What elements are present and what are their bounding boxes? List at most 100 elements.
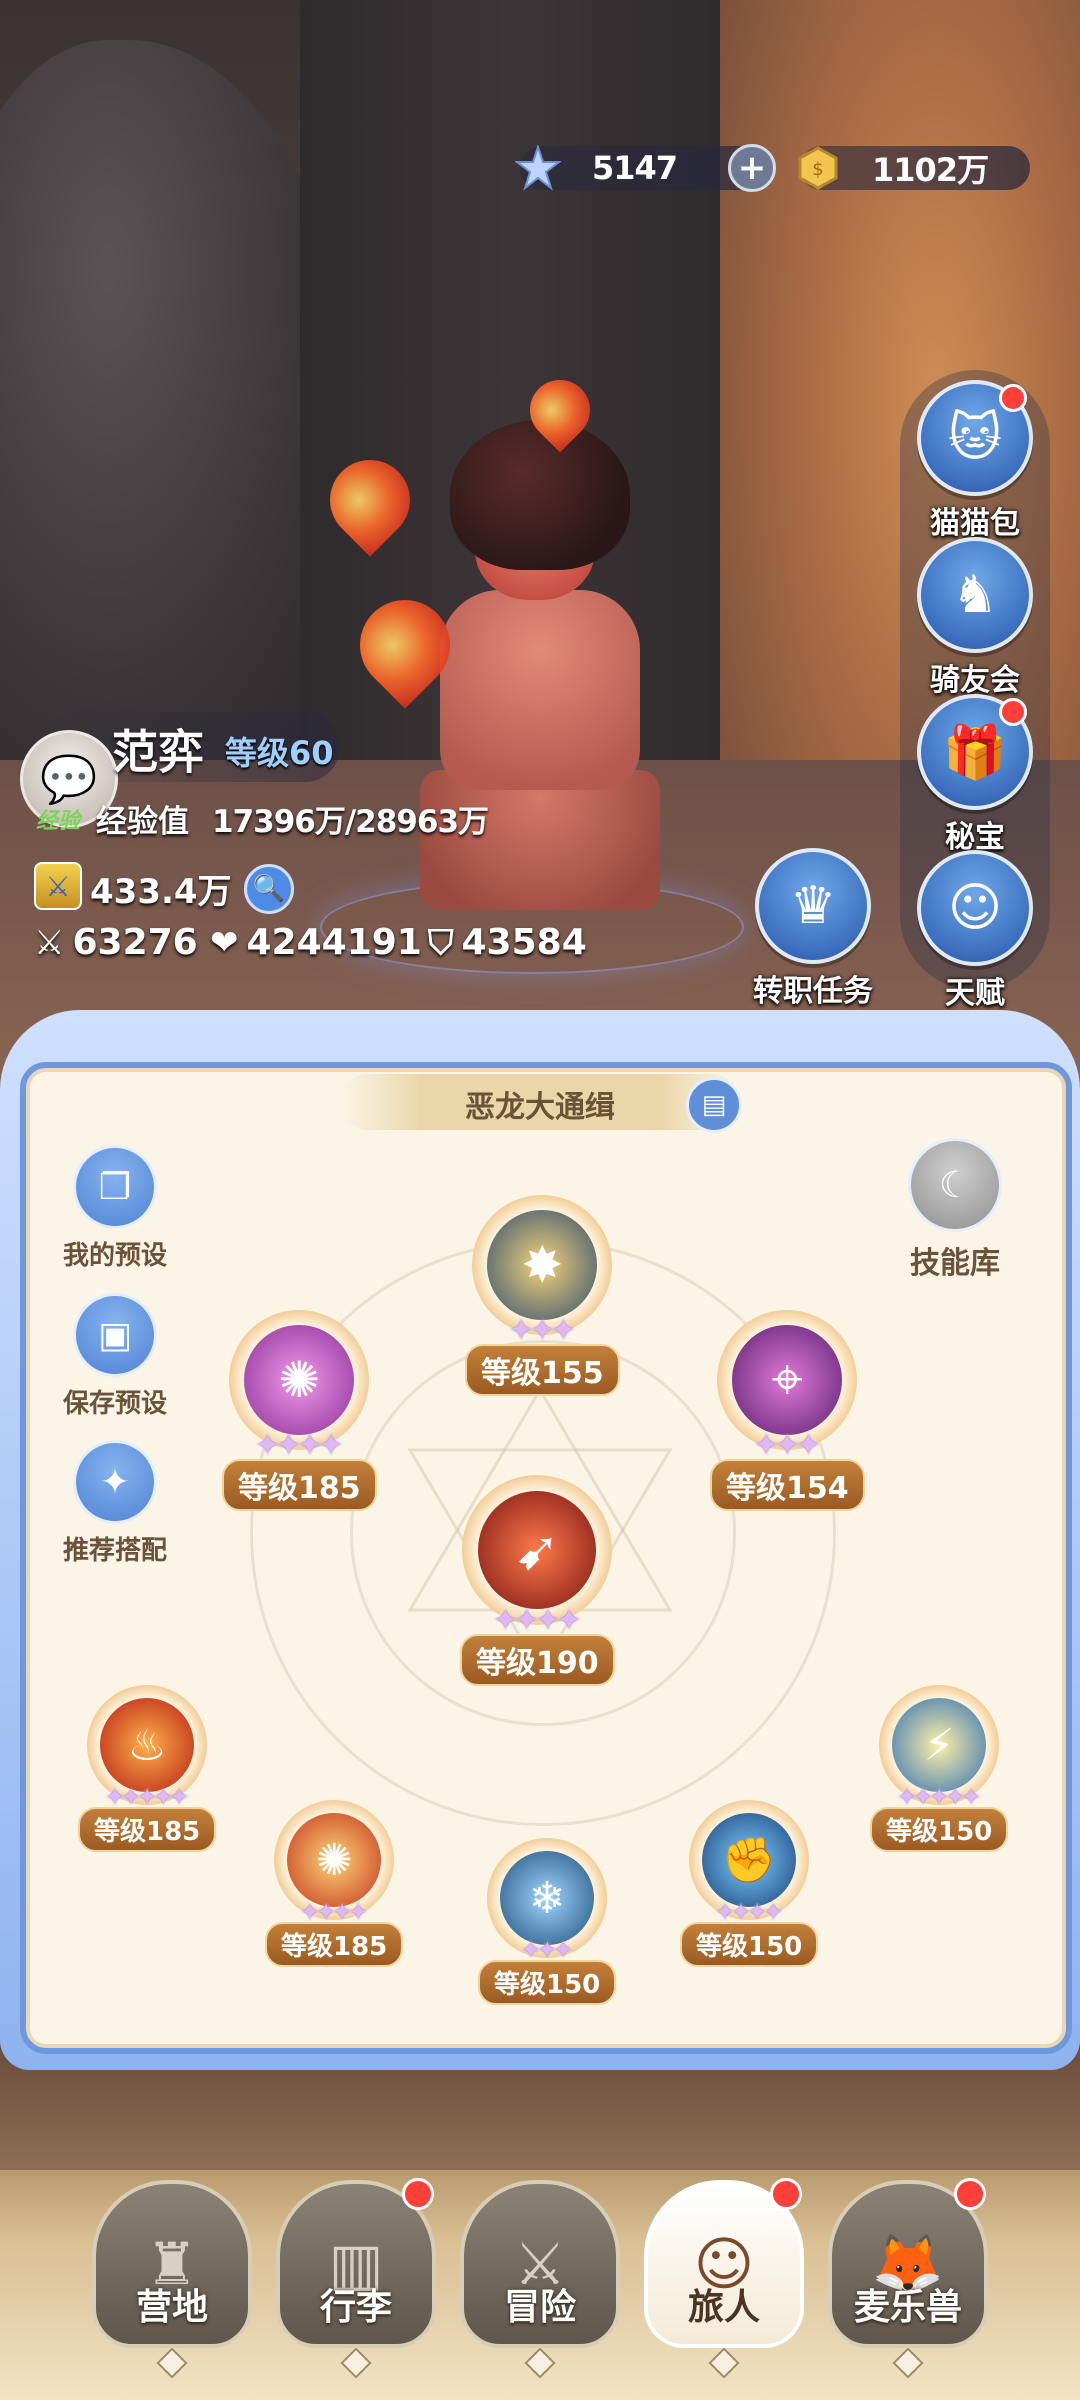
add-gems-button[interactable]: + [728, 144, 776, 192]
diamond-marker [524, 2347, 556, 2379]
tab-camp[interactable]: ♜ 营地 [92, 2180, 252, 2380]
skill-level: 等级155 [465, 1344, 620, 1396]
star-rating: ✦ ✦ ✦ ✦ [493, 1603, 582, 1638]
diamond-marker [892, 2347, 924, 2379]
cards-icon[interactable]: ❐ [73, 1145, 157, 1229]
gem-count: 5147 [592, 149, 678, 187]
skill-level: 等级190 [460, 1634, 615, 1686]
tab-adventure[interactable]: ⚔ 冒险 [460, 2180, 620, 2380]
player-character[interactable] [313, 367, 670, 920]
star-rating: ✦ ✦ ✦ [753, 1428, 822, 1463]
fire-effect [313, 443, 427, 557]
save-preset-button[interactable]: ▣ 保存预设 [40, 1293, 190, 1420]
side-item-talent[interactable]: ☺ 天赋 [908, 850, 1042, 1012]
tab-traveler[interactable]: ☺ 旅人 [644, 2178, 804, 2380]
power-fist-icon: ✊ [702, 1813, 797, 1907]
light-strike-icon: ⚡ [892, 1698, 987, 1792]
tab-label: 麦乐兽 [853, 2287, 962, 2328]
recommended-build-button[interactable]: ✦ 推荐搭配 [40, 1440, 190, 1567]
treasure-icon[interactable]: 🎁 [917, 694, 1033, 810]
defense-stat: ⛉ 43584 [428, 922, 587, 963]
light-warrior-icon: ✸ [487, 1210, 598, 1320]
tab-label: 营地 [135, 2287, 208, 2328]
pink-warrior-icon: ✺ [244, 1325, 355, 1435]
side-item-riders[interactable]: ♞ 骑友会 [908, 537, 1042, 699]
attack-stat: ⚔ 63276 [34, 922, 198, 963]
shield-icon: ⛉ [428, 922, 454, 963]
skill-library-button[interactable]: ☾ 技能库 [890, 1138, 1020, 1282]
skill-level: 等级154 [710, 1459, 865, 1511]
exp-label: 经验值 [96, 804, 189, 840]
horse-icon[interactable]: ♞ [917, 537, 1033, 653]
star-rating: ✦ ✦ ✦ ✦ ✦ [896, 1783, 982, 1811]
recommend-icon[interactable]: ✦ [73, 1440, 157, 1524]
my-presets-button[interactable]: ❐ 我的预设 [40, 1145, 190, 1272]
star-rating: ✦ ✦ ✦ ✦ [714, 1898, 784, 1926]
skill-level: 等级185 [222, 1459, 377, 1511]
hp-stat: ❤ 4244191 [210, 922, 422, 963]
star-rating: ✦ ✦ ✦ ✦ [255, 1428, 344, 1463]
panel-title: 恶龙大通缉 [465, 1090, 615, 1125]
save-icon[interactable]: ▣ [73, 1293, 157, 1377]
skill-slot-bottom-5[interactable]: ⚡ ✦ ✦ ✦ ✦ ✦ 等级150 [870, 1685, 1009, 1852]
flame-spear-icon: ➹ [478, 1491, 597, 1609]
left-action-label: 保存预设 [62, 1389, 167, 1419]
gem-counter: 5147 + [515, 144, 776, 192]
tab-label: 冒险 [503, 2287, 576, 2328]
notification-dot [999, 698, 1027, 726]
notification-dot [770, 2178, 802, 2210]
skill-slot-bottom-3[interactable]: ❄ ✦ ✦ ✦ 等级150 [478, 1838, 617, 2005]
star-rating: ✦ ✦ ✦ [508, 1313, 577, 1348]
crown-icon[interactable]: ♛ [755, 848, 871, 964]
notification-dot [999, 384, 1027, 412]
skill-slot-bottom-4[interactable]: ✊ ✦ ✦ ✦ ✦ 等级150 [680, 1800, 819, 1967]
defense-value: 43584 [461, 922, 587, 963]
skill-level: 等级185 [265, 1922, 404, 1967]
tab-label: 旅人 [687, 2287, 760, 2328]
player-level: 等级60 [225, 734, 334, 772]
tab-luggage[interactable]: ▥ 行李 [276, 2178, 436, 2380]
side-label: 天赋 [945, 976, 1005, 1011]
exp-tag: 经验 [36, 809, 81, 834]
power-detail-search-button[interactable]: 🔍 [244, 864, 294, 914]
coin-count: 1102万 [872, 151, 989, 189]
skill-slot-upper-left[interactable]: ✺ ✦ ✦ ✦ ✦ 等级185 [222, 1310, 377, 1511]
moon-star-icon[interactable]: ☾ [908, 1138, 1002, 1232]
side-label: 骑友会 [930, 663, 1020, 698]
star-rating: ✦ ✦ ✦ ✦ ✦ [104, 1783, 190, 1811]
diamond-marker [708, 2347, 740, 2379]
skill-level: 等级150 [870, 1807, 1009, 1852]
crossed-swords-icon: ⚔ [34, 922, 65, 963]
notification-dot [402, 2178, 434, 2210]
notification-dot [954, 2178, 986, 2210]
hp-value: 4244191 [246, 922, 422, 963]
skill-slot-bottom-2[interactable]: ✺ ✦ ✦ ✦ ✦ 等级185 [265, 1800, 404, 1967]
diamond-marker [340, 2347, 372, 2379]
brain-icon[interactable]: ☺ [917, 850, 1033, 966]
side-label: 猫猫包 [930, 506, 1020, 541]
job-quest-button[interactable]: ♛ 转职任务 [748, 848, 878, 1010]
tab-label: 行李 [319, 2287, 392, 2328]
character-hair [450, 420, 630, 570]
coin-counter: $ 1102万 [798, 146, 1030, 190]
skill-slot-upper-right[interactable]: ⌖ ✦ ✦ ✦ 等级154 [710, 1310, 865, 1511]
fire-warrior-icon: ♨ [100, 1698, 195, 1792]
crystal-star-icon [514, 144, 562, 192]
book-icon[interactable]: ▤ [686, 1077, 742, 1133]
skill-library-label: 技能库 [910, 1246, 1000, 1281]
skill-slot-bottom-1[interactable]: ♨ ✦ ✦ ✦ ✦ ✦ 等级185 [78, 1685, 217, 1852]
side-item-cat-bag[interactable]: 🐱 猫猫包 [908, 380, 1042, 542]
side-item-treasure[interactable]: 🎁 秘宝 [908, 694, 1042, 856]
attack-value: 63276 [72, 922, 198, 963]
skill-slot-top[interactable]: ✸ ✦ ✦ ✦ 等级155 [465, 1195, 620, 1396]
cat-bag-icon[interactable]: 🐱 [917, 380, 1033, 496]
star-rating: ✦ ✦ ✦ ✦ [299, 1898, 369, 1926]
crosshair-icon: ⌖ [732, 1325, 843, 1435]
job-quest-label: 转职任务 [753, 974, 873, 1009]
gold-coin-icon: $ [794, 144, 842, 192]
skill-slot-center[interactable]: ➹ ✦ ✦ ✦ ✦ 等级190 [460, 1475, 615, 1686]
diamond-marker [156, 2347, 188, 2379]
tab-pet[interactable]: 🦊 麦乐兽 [828, 2178, 988, 2380]
character-body [440, 590, 640, 790]
skill-level: 等级150 [478, 1960, 617, 2005]
